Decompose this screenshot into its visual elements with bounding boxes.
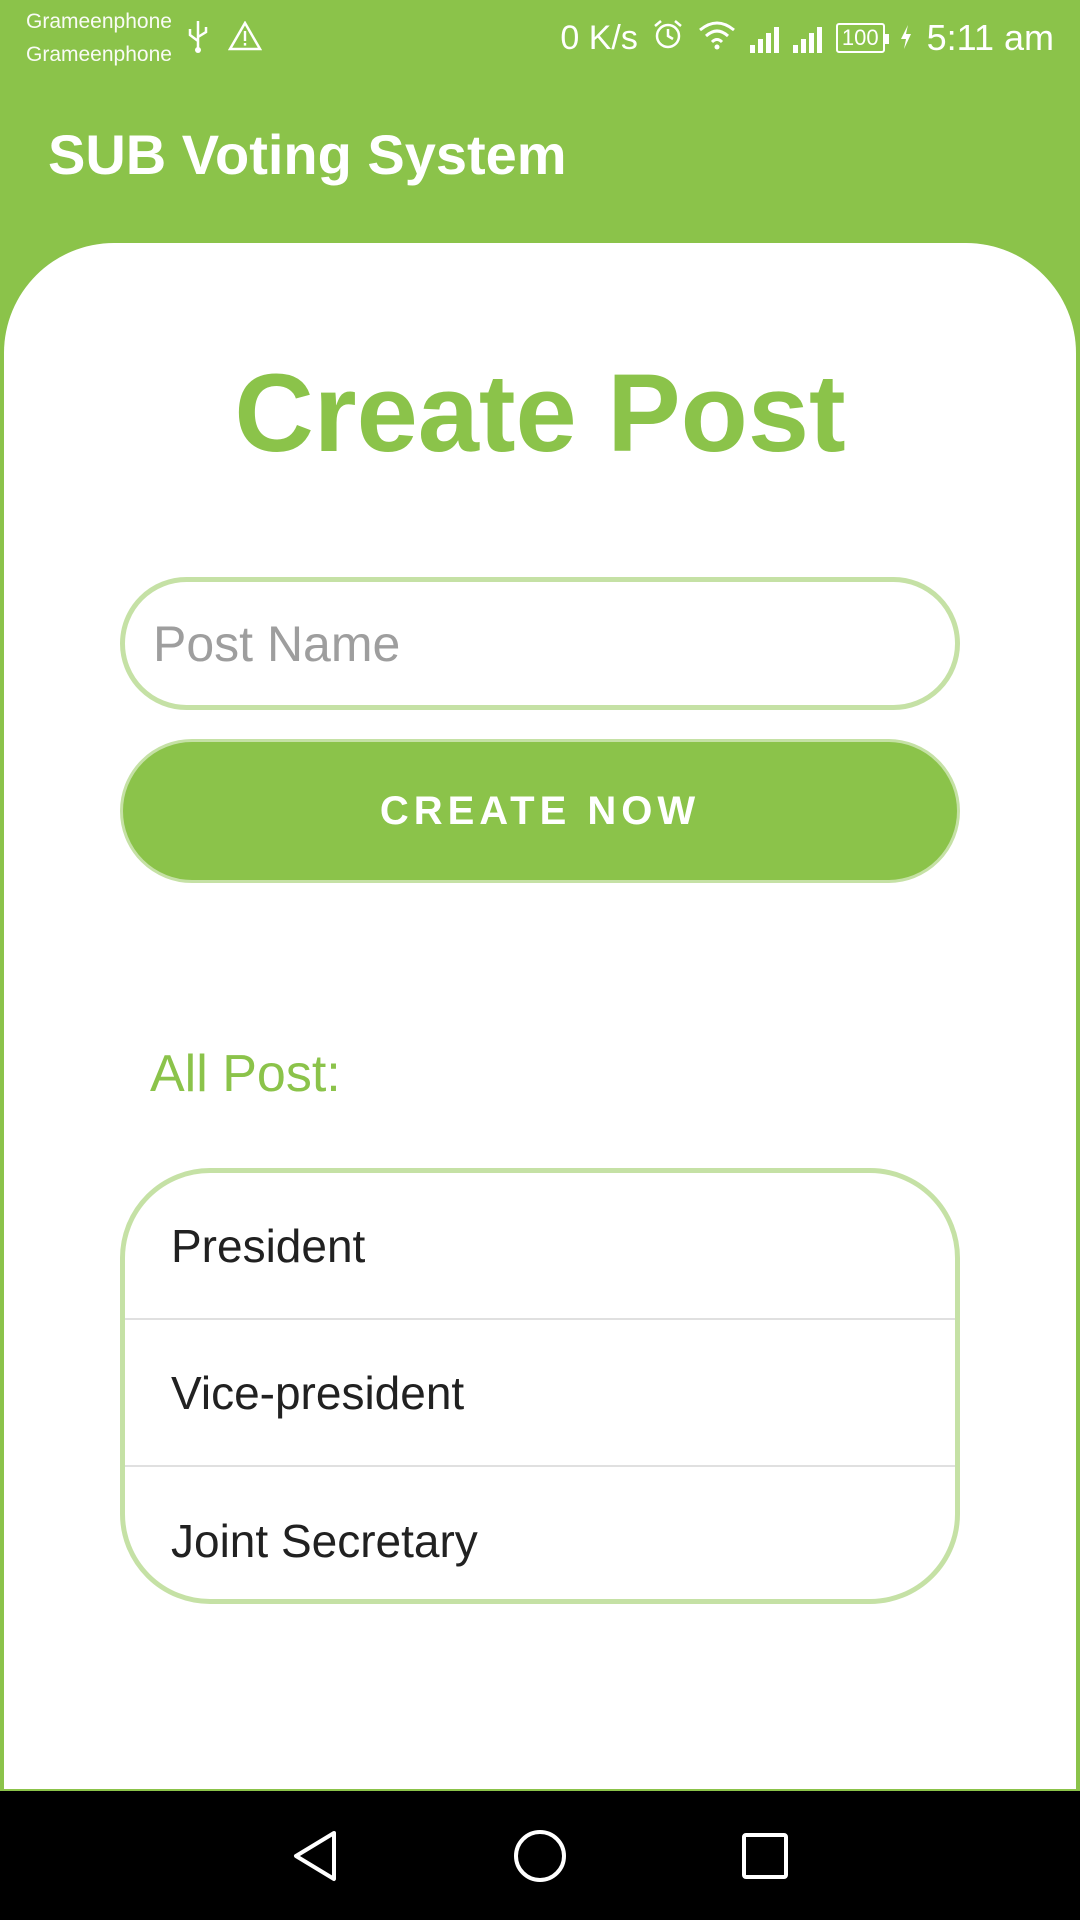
battery-level: 100 bbox=[841, 25, 879, 50]
page-title: Create Post bbox=[234, 352, 846, 475]
clock: 5:11 am bbox=[926, 17, 1054, 58]
navigation-bar bbox=[0, 1791, 1080, 1920]
alarm-icon bbox=[652, 17, 684, 59]
list-item[interactable]: Joint Secretary bbox=[125, 1467, 955, 1599]
create-now-button[interactable]: CREATE NOW bbox=[120, 739, 960, 883]
carrier-names: Grameenphone Grameenphone bbox=[26, 5, 172, 71]
all-post-label: All Post: bbox=[150, 1045, 341, 1103]
back-icon[interactable] bbox=[285, 1826, 345, 1886]
status-bar: Grameenphone Grameenphone 0 K/s 100 5:11… bbox=[0, 0, 1080, 76]
post-list: President Vice-president Joint Secretary bbox=[120, 1168, 960, 1604]
carrier-1: Grameenphone bbox=[26, 10, 172, 33]
recents-icon[interactable] bbox=[735, 1826, 795, 1886]
signal-icon bbox=[749, 23, 779, 53]
carrier-2: Grameenphone bbox=[26, 43, 172, 66]
list-item[interactable]: Vice-president bbox=[125, 1320, 955, 1467]
app-title: SUB Voting System bbox=[48, 123, 567, 186]
home-icon[interactable] bbox=[510, 1826, 570, 1886]
wifi-icon bbox=[698, 17, 736, 59]
list-item[interactable]: President bbox=[125, 1173, 955, 1320]
post-name-input[interactable] bbox=[120, 577, 960, 710]
signal-icon bbox=[792, 23, 822, 53]
charging-icon bbox=[899, 17, 913, 59]
warning-icon bbox=[227, 19, 263, 56]
network-speed: 0 K/s bbox=[560, 18, 638, 57]
usb-icon bbox=[186, 19, 210, 58]
battery-icon: 100 bbox=[835, 23, 889, 53]
